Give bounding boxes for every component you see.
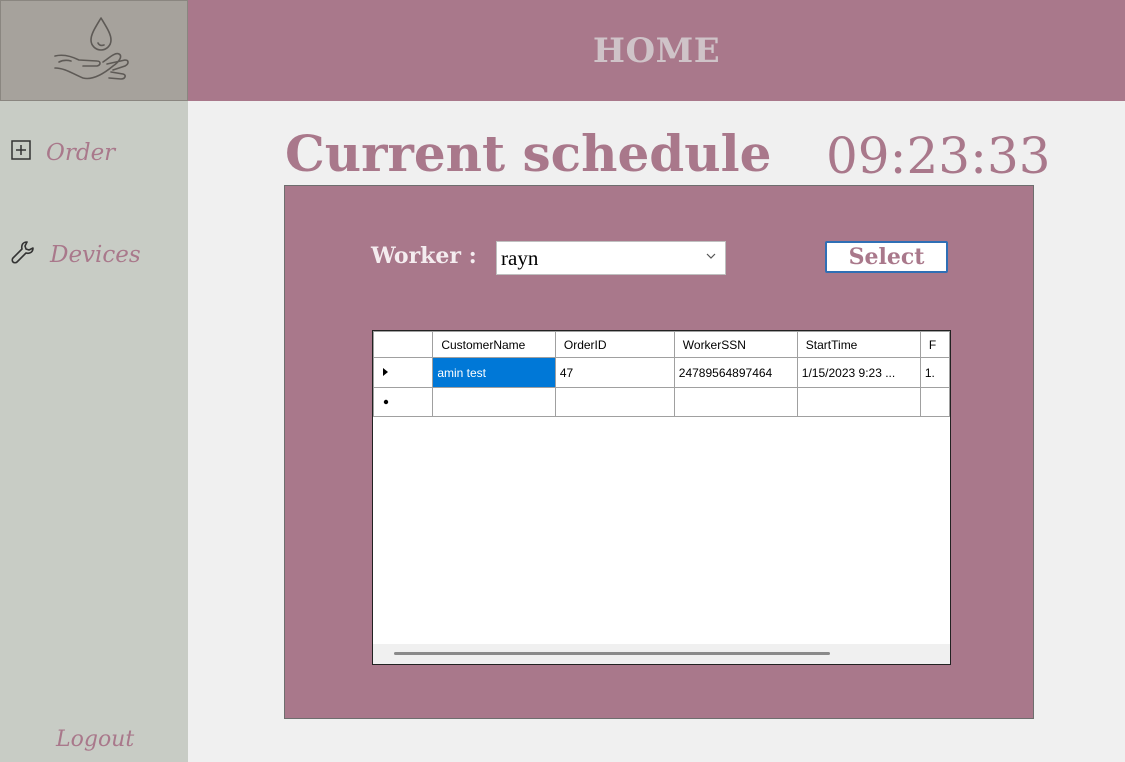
- table-cell[interactable]: [673, 387, 798, 417]
- hand-drop-icon: [49, 12, 139, 89]
- logout-button[interactable]: Logout: [56, 727, 134, 752]
- header-title: HOME: [592, 30, 721, 71]
- row-header-corner: [373, 331, 434, 358]
- scrollbar-thumb[interactable]: [394, 652, 830, 655]
- plus-square-icon: [10, 139, 32, 166]
- worker-dropdown[interactable]: rayn: [496, 241, 726, 275]
- schedule-panel: Worker : rayn Select CustomerName OrderI…: [284, 185, 1034, 719]
- worker-dropdown-value: rayn: [501, 245, 539, 270]
- table-new-row[interactable]: [373, 387, 950, 417]
- table-cell[interactable]: [432, 387, 556, 417]
- header-bar: HOME: [188, 0, 1125, 101]
- sidebar-item-devices[interactable]: Devices: [10, 239, 141, 270]
- table-cell[interactable]: 47: [554, 357, 675, 388]
- column-header[interactable]: OrderID: [554, 331, 675, 358]
- table-cell[interactable]: 24789564897464: [673, 357, 798, 388]
- table-cell[interactable]: 1/15/2023 9:23 ...: [796, 357, 921, 388]
- table-row[interactable]: amin test 47 24789564897464 1/15/2023 9:…: [373, 357, 950, 388]
- horizontal-scrollbar[interactable]: [373, 644, 950, 664]
- new-row-asterisk-icon: [382, 395, 390, 409]
- table-cell[interactable]: amin test: [432, 357, 556, 388]
- column-header[interactable]: CustomerName: [432, 331, 556, 358]
- column-header[interactable]: WorkerSSN: [673, 331, 798, 358]
- current-row-arrow-icon: [382, 366, 390, 380]
- sidebar: Order Devices Logout: [0, 101, 188, 762]
- column-header[interactable]: F: [919, 331, 950, 358]
- schedule-grid[interactable]: CustomerName OrderID WorkerSSN StartTime…: [372, 330, 951, 665]
- sidebar-item-label: Order: [46, 139, 116, 166]
- wrench-icon: [10, 239, 36, 270]
- sidebar-item-order[interactable]: Order: [10, 139, 115, 166]
- worker-label: Worker :: [371, 243, 477, 269]
- select-button[interactable]: Select: [825, 241, 948, 273]
- table-header-row: CustomerName OrderID WorkerSSN StartTime…: [373, 331, 950, 358]
- column-header[interactable]: StartTime: [796, 331, 921, 358]
- schedule-table: CustomerName OrderID WorkerSSN StartTime…: [373, 331, 950, 417]
- logo: [0, 0, 188, 101]
- clock-display: 09:23:33: [826, 127, 1051, 185]
- table-cell[interactable]: [919, 387, 950, 417]
- select-button-label: Select: [848, 244, 925, 270]
- table-cell[interactable]: 1.: [919, 357, 950, 388]
- page-title: Current schedule: [285, 124, 772, 183]
- chevron-down-icon: [705, 250, 717, 265]
- row-selector[interactable]: [373, 357, 434, 388]
- sidebar-item-label: Devices: [50, 241, 141, 268]
- row-selector[interactable]: [373, 387, 434, 417]
- table-cell[interactable]: [796, 387, 921, 417]
- table-cell[interactable]: [554, 387, 675, 417]
